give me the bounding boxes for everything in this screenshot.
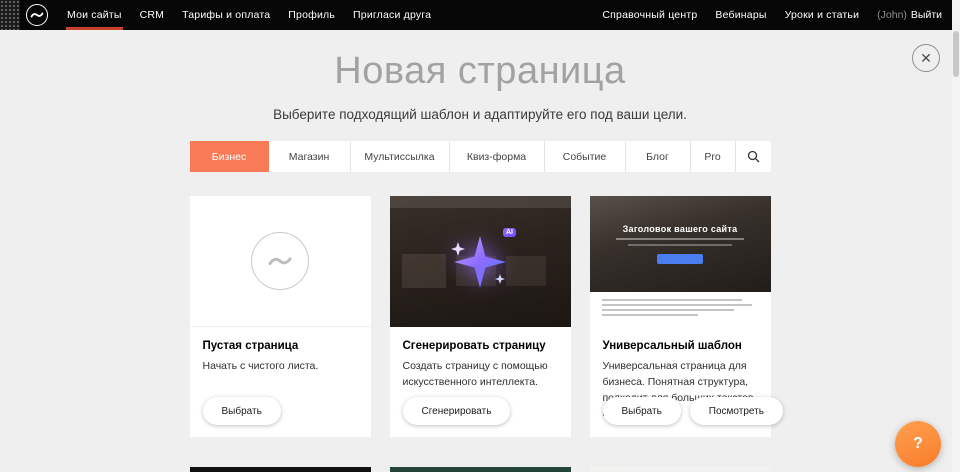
preview-text-line (602, 299, 742, 301)
user-name: (John) (877, 9, 907, 21)
nav-webinars[interactable]: Вебинары (706, 0, 775, 30)
tab-search[interactable] (735, 141, 771, 172)
nav-my-sites[interactable]: Мои сайты (58, 0, 131, 30)
select-universal-button[interactable]: Выбрать (603, 397, 681, 425)
card-actions: Выбрать Посмотреть (603, 397, 783, 425)
corner-pattern (0, 0, 20, 30)
preview-hero: Заголовок вашего сайта (590, 196, 771, 292)
card-title: Пустая страница (203, 340, 358, 352)
select-blank-button[interactable]: Выбрать (203, 397, 281, 425)
partial-preview-light (590, 467, 771, 472)
ai-star-graphic: AI (444, 226, 516, 298)
preview-hero-button (657, 254, 703, 264)
preview-hero-subline (616, 238, 744, 240)
tilda-logo-icon (30, 10, 44, 20)
card-title: Сгенерировать страницу (403, 340, 558, 352)
secondary-nav: Справочный центр Вебинары Уроки и статьи… (593, 0, 946, 30)
ai-badge: AI (503, 228, 516, 237)
generate-button[interactable]: Сгенерировать (403, 397, 511, 425)
preview-text-block (590, 292, 771, 327)
card-actions: Сгенерировать (403, 397, 511, 425)
tab-shop[interactable]: Магазин (269, 141, 350, 172)
help-button[interactable]: ? (895, 421, 941, 467)
nav-lessons-articles[interactable]: Уроки и статьи (776, 0, 869, 30)
nav-help-center[interactable]: Справочный центр (593, 0, 706, 30)
nav-plans-payment[interactable]: Тарифы и оплата (173, 0, 279, 30)
partial-preview-dark (190, 467, 371, 472)
page-subtitle: Выберите подходящий шаблон и адаптируйте… (0, 107, 960, 122)
primary-nav: Мои сайты CRM Тарифы и оплата Профиль Пр… (58, 0, 440, 30)
preview-text-line (602, 304, 752, 306)
partial-preview-green (390, 467, 571, 472)
tab-blog[interactable]: Блог (625, 141, 690, 172)
blank-template-preview (190, 196, 371, 327)
template-category-tabs: Бизнес Магазин Мультиссылка Квиз-форма С… (190, 141, 771, 172)
card-description: Начать с чистого листа. (203, 359, 358, 375)
search-icon (747, 150, 760, 163)
nav-crm[interactable]: CRM (131, 0, 174, 30)
preview-universal-button[interactable]: Посмотреть (690, 397, 783, 425)
template-card-partial[interactable] (190, 467, 371, 472)
template-cards-row-partial (190, 467, 771, 472)
preview-hero-title: Заголовок вашего сайта (623, 224, 738, 234)
close-icon: ✕ (920, 51, 932, 65)
scrollbar-thumb[interactable] (953, 31, 959, 77)
close-button[interactable]: ✕ (912, 44, 940, 72)
template-card-partial[interactable] (390, 467, 571, 472)
tilda-mark-icon (267, 253, 293, 269)
ai-template-preview: AI (390, 196, 571, 327)
app-screen: Мои сайты CRM Тарифы и оплата Профиль Пр… (0, 0, 960, 472)
new-page-dialog: ✕ Новая страница Выберите подходящий шаб… (0, 30, 960, 472)
tilda-logo[interactable] (26, 4, 48, 26)
tab-pro[interactable]: Pro (690, 141, 735, 172)
tab-event[interactable]: Событие (544, 141, 625, 172)
logout-label: Выйти (911, 9, 942, 21)
template-cards-row: Пустая страница Начать с чистого листа. … (190, 196, 771, 437)
nav-profile[interactable]: Профиль (279, 0, 344, 30)
page-title: Новая страница (0, 50, 960, 93)
scrollbar[interactable] (952, 0, 960, 472)
nav-invite-friend[interactable]: Пригласи друга (344, 0, 440, 30)
preview-text-line (602, 314, 698, 316)
card-body: Сгенерировать страницу Создать страницу … (390, 327, 571, 391)
preview-text-line (602, 309, 734, 311)
tab-business[interactable]: Бизнес (190, 141, 269, 172)
nav-logout[interactable]: (John) Выйти (868, 0, 946, 30)
template-card-partial[interactable] (590, 467, 771, 472)
topbar: Мои сайты CRM Тарифы и оплата Профиль Пр… (0, 0, 960, 30)
tab-quiz-form[interactable]: Квиз-форма (449, 141, 544, 172)
universal-template-preview: Заголовок вашего сайта (590, 196, 771, 327)
card-body: Пустая страница Начать с чистого листа. (190, 327, 371, 375)
preview-hero-subline (628, 244, 732, 246)
template-card-blank: Пустая страница Начать с чистого листа. … (190, 196, 371, 437)
template-card-universal: Заголовок вашего сайта Универсальный шаб… (590, 196, 771, 437)
card-title: Универсальный шаблон (603, 340, 758, 352)
tilda-mark-circle (251, 232, 309, 290)
template-card-ai: AI Сгенерировать страницу Создать страни… (390, 196, 571, 437)
card-description: Создать страницу с помощью искусственног… (403, 359, 558, 391)
card-actions: Выбрать (203, 397, 281, 425)
tab-multilink[interactable]: Мультиссылка (350, 141, 449, 172)
